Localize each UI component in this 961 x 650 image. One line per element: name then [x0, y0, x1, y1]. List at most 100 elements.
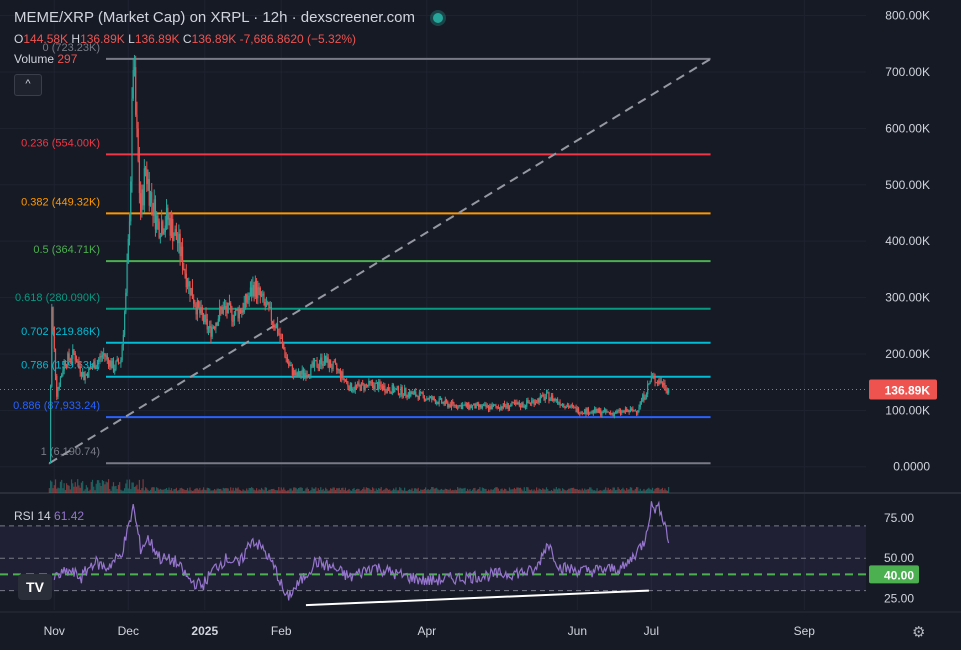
- volume-bar: [358, 488, 360, 493]
- candle-body: [521, 402, 523, 408]
- candle-body: [465, 403, 467, 407]
- volume-bar: [635, 487, 638, 493]
- volume-bar: [460, 488, 462, 493]
- volume-bar: [581, 488, 583, 493]
- candle-body: [111, 360, 113, 369]
- candle-body: [354, 385, 356, 391]
- volume-bar: [98, 480, 100, 493]
- candle-body: [276, 323, 279, 334]
- volume-bar: [101, 480, 103, 493]
- volume-bar: [640, 490, 643, 493]
- volume-bar: [346, 490, 348, 493]
- candle-body: [539, 396, 541, 403]
- settings-gear-icon[interactable]: ⚙: [912, 623, 925, 641]
- candle-body: [291, 365, 293, 376]
- candle-body: [582, 412, 585, 414]
- candle-body: [349, 383, 351, 391]
- candle-body: [510, 405, 512, 407]
- volume-bar: [238, 489, 240, 493]
- candle-body: [77, 361, 79, 363]
- candle-body: [157, 215, 159, 222]
- volume-bar: [258, 489, 260, 493]
- candle-body: [339, 369, 342, 379]
- volume-bar: [316, 490, 318, 493]
- tradingview-logo-icon[interactable]: TV: [18, 574, 52, 600]
- volume-bar: [325, 487, 327, 493]
- volume-bar: [223, 488, 226, 493]
- candle-body: [649, 380, 651, 384]
- volume-bar: [632, 490, 634, 493]
- rsi-value: 61.42: [54, 509, 85, 523]
- candle-body: [252, 284, 254, 296]
- candle-body: [131, 98, 133, 182]
- candle-body: [603, 409, 606, 411]
- volume-bar: [254, 490, 256, 493]
- candle-body: [225, 305, 227, 310]
- fibonacci-retracement[interactable]: 0 (723.23K)0.236 (554.00K)0.382 (449.32K…: [13, 42, 711, 465]
- time-axis[interactable]: Nov Dec 2025 Feb Apr Jun Jul Sep: [44, 624, 816, 638]
- price-tick-label: 500.00K: [885, 178, 930, 192]
- high-value: 136.89K: [80, 32, 125, 46]
- volume-bar: [468, 490, 470, 493]
- volume-bar: [217, 488, 219, 493]
- volume-bar: [75, 486, 78, 493]
- volume-bar: [218, 488, 221, 493]
- candle-body: [623, 410, 625, 413]
- volume-bar: [142, 479, 144, 493]
- volume-bar: [373, 488, 375, 493]
- volume-bar: [117, 484, 120, 493]
- candle-body: [85, 373, 87, 375]
- candle-body: [228, 302, 231, 304]
- volume-bar: [99, 482, 101, 493]
- volume-bar: [634, 488, 636, 493]
- candle-body: [596, 408, 598, 413]
- volume-bar: [651, 487, 654, 493]
- chart-canvas[interactable]: 0 (723.23K)0.236 (554.00K)0.382 (449.32K…: [0, 0, 961, 650]
- volume-bar: [638, 490, 640, 493]
- volume-bar: [590, 487, 592, 493]
- volume-bar: [107, 479, 110, 493]
- volume-bar: [239, 490, 242, 493]
- candle-body: [293, 370, 295, 376]
- volume-bar: [589, 487, 591, 493]
- candle-body: [580, 412, 582, 414]
- volume-bar: [184, 490, 186, 493]
- volume-bar: [466, 488, 469, 493]
- volume-bar: [69, 489, 71, 493]
- candle-body: [283, 342, 285, 350]
- volume-bar: [198, 489, 200, 493]
- candle-body: [392, 385, 395, 393]
- candle-body: [516, 402, 518, 405]
- volume-bar: [191, 490, 194, 493]
- volume-bar: [489, 490, 491, 493]
- volume-bar: [463, 488, 465, 493]
- candle-body: [238, 309, 240, 319]
- candle-body: [63, 361, 65, 371]
- candle-body: [438, 398, 440, 405]
- candle-body: [258, 287, 260, 289]
- collapse-legend-button[interactable]: ^: [14, 74, 42, 96]
- volume-bar: [110, 490, 112, 493]
- volume-bar: [411, 488, 413, 493]
- volume-bar: [49, 480, 52, 493]
- candle-body: [560, 404, 562, 406]
- volume-bar: [603, 489, 606, 493]
- volume-bar: [494, 487, 496, 493]
- volume-bar: [220, 488, 222, 493]
- candle-body: [668, 389, 670, 393]
- candle-body: [608, 412, 611, 414]
- candle-body: [370, 382, 372, 384]
- volume-bar: [621, 489, 623, 493]
- volume-bar: [189, 487, 191, 493]
- candle-body: [485, 404, 487, 408]
- low-value: 136.89K: [134, 32, 180, 46]
- volume-bar: [663, 490, 665, 493]
- candle-body: [54, 348, 57, 376]
- candle-body: [199, 307, 201, 314]
- volume-bar: [633, 490, 635, 493]
- volume-bar: [52, 488, 54, 493]
- candle-body: [424, 399, 427, 401]
- volume-bar: [465, 490, 467, 493]
- volume-bar: [112, 482, 115, 493]
- candle-body: [627, 410, 629, 412]
